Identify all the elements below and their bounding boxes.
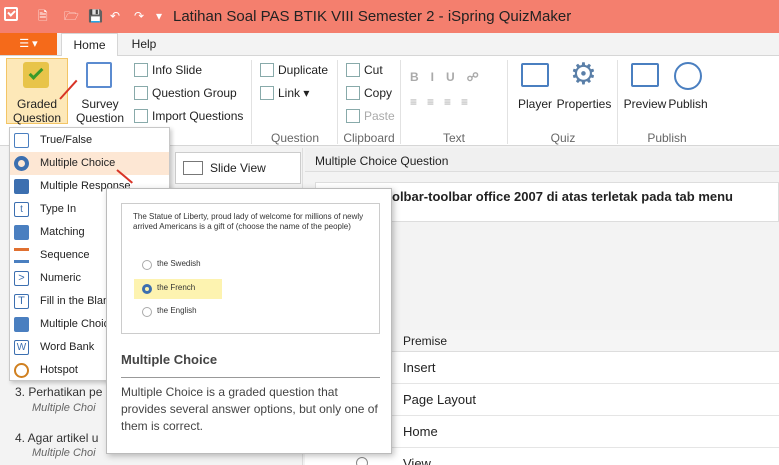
survey-question-icon [86, 62, 112, 88]
duplicate-button[interactable]: Duplicate [260, 61, 328, 79]
paste-label: Paste [364, 109, 395, 123]
copy-button[interactable]: Copy [346, 84, 392, 102]
premise-text: Insert [403, 360, 436, 375]
properties-button[interactable]: Properties [554, 97, 614, 111]
graded-question-label: Graded Question [12, 97, 62, 125]
player-icon [521, 63, 549, 87]
premise-text: Page Layout [403, 392, 477, 407]
cut-button[interactable]: Cut [346, 61, 383, 79]
dropdown-icon [14, 317, 29, 332]
menu-icon: ☰ ▾ [19, 38, 38, 50]
tooltip-title: Multiple Choice [121, 352, 218, 367]
premise-text: View [403, 456, 431, 465]
question-group-label: Question Group [152, 86, 237, 100]
info-slide-icon [134, 63, 148, 77]
tooltip-description: Multiple Choice is a graded question tha… [121, 385, 378, 433]
ribbon-separator [400, 60, 401, 144]
multiple-response-icon [14, 179, 29, 194]
tooltip-option: the Swedish [157, 259, 201, 268]
numeric-icon: > [14, 271, 29, 286]
publish-button[interactable]: Publish [666, 97, 710, 111]
window-title: Latihan Soal PAS BTIK VIII Semester 2 - … [173, 8, 572, 25]
fill-in-blanks-icon: T [14, 294, 29, 309]
question-text: olbar-toolbar office 2007 di atas terlet… [392, 189, 733, 204]
import-questions-label: Import Questions [152, 109, 244, 123]
question-group-icon [134, 86, 148, 100]
scissors-icon [346, 63, 360, 77]
group-label-quiz: Quiz [550, 131, 576, 145]
save-icon[interactable]: 💾 [88, 9, 103, 23]
copy-icon [346, 86, 360, 100]
ribbon-separator [337, 60, 338, 144]
ribbon-separator [507, 60, 508, 144]
multiple-choice-icon [14, 156, 29, 171]
group-label-publish: Publish [647, 131, 687, 145]
slide-view-icon [183, 161, 203, 175]
tooltip-option: the English [157, 306, 197, 315]
file-menu-button[interactable]: ☰ ▾ [0, 33, 57, 55]
group-label-question: Question [270, 131, 320, 145]
import-questions-icon [134, 109, 148, 123]
player-button[interactable]: Player [514, 97, 556, 111]
true-false-icon [14, 133, 29, 148]
group-label-text: Text [442, 131, 465, 145]
tooltip-option: the French [157, 283, 196, 292]
premise-header: Premise [403, 334, 448, 348]
app-icon[interactable] [4, 7, 18, 21]
list-item-title[interactable]: 4. Agar artikel u [15, 431, 98, 445]
duplicate-icon [260, 63, 274, 77]
tooltip-question: The Statue of Liberty, proud lady of wel… [133, 212, 364, 231]
menu-item-true-false[interactable]: True/False [10, 129, 169, 152]
ribbon-separator [251, 60, 252, 144]
graded-question-icon [23, 62, 49, 88]
info-slide-label: Info Slide [152, 63, 203, 77]
list-item-type: Multiple Choi [32, 402, 96, 414]
customize-toolbar-icon[interactable]: ▾ [156, 9, 162, 23]
survey-question-button[interactable]: Survey Question [76, 97, 124, 125]
preview-icon [631, 63, 659, 87]
publish-icon [674, 62, 702, 90]
type-in-icon: t [14, 202, 29, 217]
undo-icon[interactable]: ↶ [110, 9, 120, 23]
hotspot-icon [14, 363, 29, 378]
gear-icon: ⚙ [570, 58, 597, 91]
sequence-icon [14, 248, 29, 263]
info-slide-button[interactable]: Info Slide [134, 61, 202, 79]
question-group-button[interactable]: Question Group [134, 84, 237, 102]
matching-icon [14, 225, 29, 240]
radio-button[interactable] [356, 457, 368, 465]
open-folder-icon[interactable]: 🗁 [64, 9, 79, 23]
list-item-type: Multiple Choi [32, 447, 96, 459]
tooltip-divider [121, 377, 380, 378]
tab-help[interactable]: Help [123, 33, 165, 56]
copy-label: Copy [364, 86, 393, 100]
new-file-icon[interactable]: 🗎 [38, 9, 48, 23]
premise-text: Home [403, 424, 438, 439]
paste-button[interactable]: Paste [346, 107, 395, 125]
tab-home[interactable]: Home [61, 33, 118, 56]
redo-icon[interactable]: ↷ [134, 9, 144, 23]
paste-icon [346, 109, 360, 123]
text-align-buttons[interactable]: ≡≡≡≡ [410, 95, 478, 109]
cut-label: Cut [364, 63, 383, 77]
duplicate-label: Duplicate [278, 63, 329, 77]
preview-button[interactable]: Preview [623, 97, 667, 111]
word-bank-icon: W [14, 340, 29, 355]
text-format-buttons[interactable]: BIU☍ [410, 70, 491, 84]
link-label: Link [278, 86, 301, 100]
link-icon [260, 86, 274, 100]
group-label-clipboard: Clipboard [343, 131, 395, 145]
list-item-title[interactable]: 3. Perhatikan pe [15, 385, 102, 399]
menu-item-multiple-choice[interactable]: Multiple Choice [10, 152, 169, 175]
question-header: Multiple Choice Question [305, 148, 779, 172]
ribbon-separator [617, 60, 618, 144]
link-button[interactable]: Link ▾ [260, 84, 309, 102]
import-questions-button[interactable]: Import Questions [134, 107, 243, 125]
